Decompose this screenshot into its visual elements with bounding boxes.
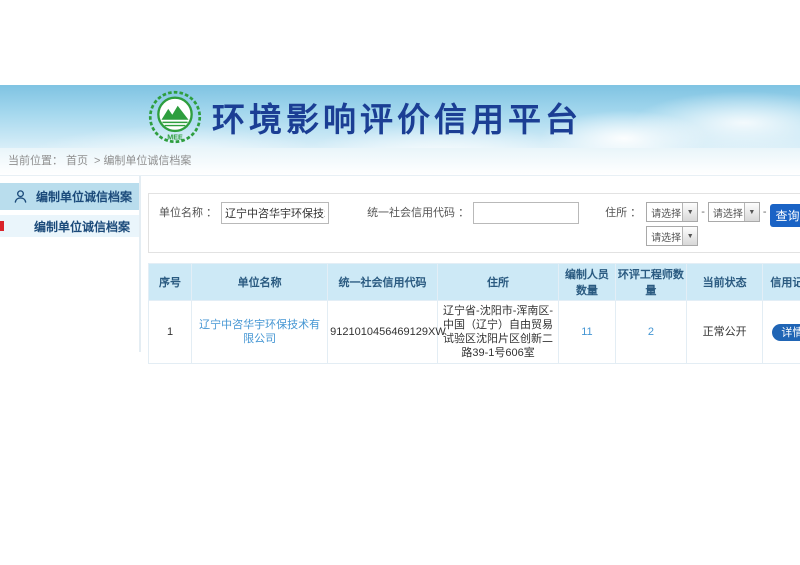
chevron-down-icon: ▼ xyxy=(744,203,759,221)
address-label: 住所 ： xyxy=(605,202,641,224)
results-table: 序号 单位名称 统一社会信用代码 住所 编制人员数量 环评工程师数量 当前状态 … xyxy=(148,263,800,364)
sidebar-section-archives[interactable]: 编制单位诚信档案 xyxy=(0,183,139,210)
chevron-down-icon: ▼ xyxy=(682,203,697,221)
sidebar: 编制单位诚信档案 编制单位诚信档案 xyxy=(0,176,141,352)
table-header-row: 序号 单位名称 统一社会信用代码 住所 编制人员数量 环评工程师数量 当前状态 … xyxy=(149,264,800,301)
mee-logo-text: MEE xyxy=(167,132,183,141)
address-province-select[interactable]: 请选择 ▼ xyxy=(646,202,698,222)
province-select-value: 请选择 xyxy=(647,205,682,220)
address-selects: 请选择 ▼ - 请选择 ▼ - 请选择 ▼ xyxy=(646,202,769,246)
staff-count-link[interactable]: 11 xyxy=(581,326,592,338)
cell-credit-record: 详情 xyxy=(763,301,800,364)
col-header-credit-code: 统一社会信用代码 xyxy=(328,264,438,301)
address-district-select[interactable]: 请选择 ▼ xyxy=(646,226,698,246)
breadcrumb-label: 当前位置： xyxy=(8,155,63,167)
cell-status: 正常公开 xyxy=(687,301,763,364)
unit-name-input[interactable] xyxy=(221,202,329,224)
col-header-staff-count: 编制人员数量 xyxy=(559,264,616,301)
cell-staff-count: 11 xyxy=(559,301,616,364)
breadcrumb-separator: > xyxy=(94,155,100,167)
sidebar-item-archives[interactable]: 编制单位诚信档案 xyxy=(0,215,139,237)
table-row: 1 辽宁中咨华宇环保技术有限公司 9121010456469129XW 辽宁省-… xyxy=(149,301,800,364)
search-form: 单位名称 ： 统一社会信用代码 ： 住所 ： 请选择 ▼ - 请选择 xyxy=(148,193,800,253)
district-select-value: 请选择 xyxy=(647,229,682,244)
page: MEE 环境影响评价信用平台 当前位置：首页>编制单位诚信档案 编制单位诚信档案… xyxy=(0,0,800,565)
col-header-credit-record: 信用记录 xyxy=(763,264,800,301)
sidebar-item-label: 编制单位诚信档案 xyxy=(34,218,130,235)
address-row-2: 请选择 ▼ xyxy=(646,226,769,246)
cell-index: 1 xyxy=(149,301,192,364)
unit-name-label: 单位名称 ： xyxy=(159,202,217,224)
credit-code-input[interactable] xyxy=(473,202,579,224)
col-header-index: 序号 xyxy=(149,264,192,301)
cell-engineer-count: 2 xyxy=(615,301,686,364)
cell-credit-code: 9121010456469129XW xyxy=(328,301,438,364)
detail-button[interactable]: 详情 xyxy=(772,324,800,341)
address-dash: - xyxy=(763,202,767,222)
city-select-value: 请选择 xyxy=(709,205,744,220)
site-banner: MEE 环境影响评价信用平台 xyxy=(0,85,800,148)
col-header-unit-name: 单位名称 xyxy=(192,264,328,301)
breadcrumb-current: 编制单位诚信档案 xyxy=(103,155,191,167)
page-title: 环境影响评价信用平台 xyxy=(212,93,582,141)
address-row-1: 请选择 ▼ - 请选择 ▼ - xyxy=(646,202,769,222)
address-dash: - xyxy=(701,202,705,222)
main-panel: 单位名称 ： 统一社会信用代码 ： 住所 ： 请选择 ▼ - 请选择 xyxy=(141,176,800,364)
cell-address: 辽宁省-沈阳市-浑南区-中国（辽宁）自由贸易试验区沈阳片区创新二路39-1号60… xyxy=(437,301,558,364)
address-city-select[interactable]: 请选择 ▼ xyxy=(708,202,760,222)
active-marker xyxy=(0,221,4,231)
col-header-engineer-count: 环评工程师数量 xyxy=(615,264,686,301)
breadcrumb-home-link[interactable]: 首页 xyxy=(66,155,88,167)
content-area: 编制单位诚信档案 编制单位诚信档案 单位名称 ： 统一社会信用代码 ： 住所 ： xyxy=(0,175,800,364)
person-icon xyxy=(13,189,28,204)
search-button[interactable]: 查询 xyxy=(770,204,800,227)
unit-name-link[interactable]: 辽宁中咨华宇环保技术有限公司 xyxy=(199,319,320,345)
col-header-address: 住所 xyxy=(437,264,558,301)
chevron-down-icon: ▼ xyxy=(682,227,697,245)
credit-code-label: 统一社会信用代码 ： xyxy=(367,202,469,224)
mee-logo-icon: MEE xyxy=(148,90,202,144)
cell-unit-name: 辽宁中咨华宇环保技术有限公司 xyxy=(192,301,328,364)
engineer-count-link[interactable]: 2 xyxy=(648,326,654,338)
col-header-status: 当前状态 xyxy=(687,264,763,301)
sidebar-section-label: 编制单位诚信档案 xyxy=(36,188,132,205)
top-whitespace xyxy=(0,0,800,85)
breadcrumb: 当前位置：首页 >编制单位诚信档案 xyxy=(0,148,800,175)
